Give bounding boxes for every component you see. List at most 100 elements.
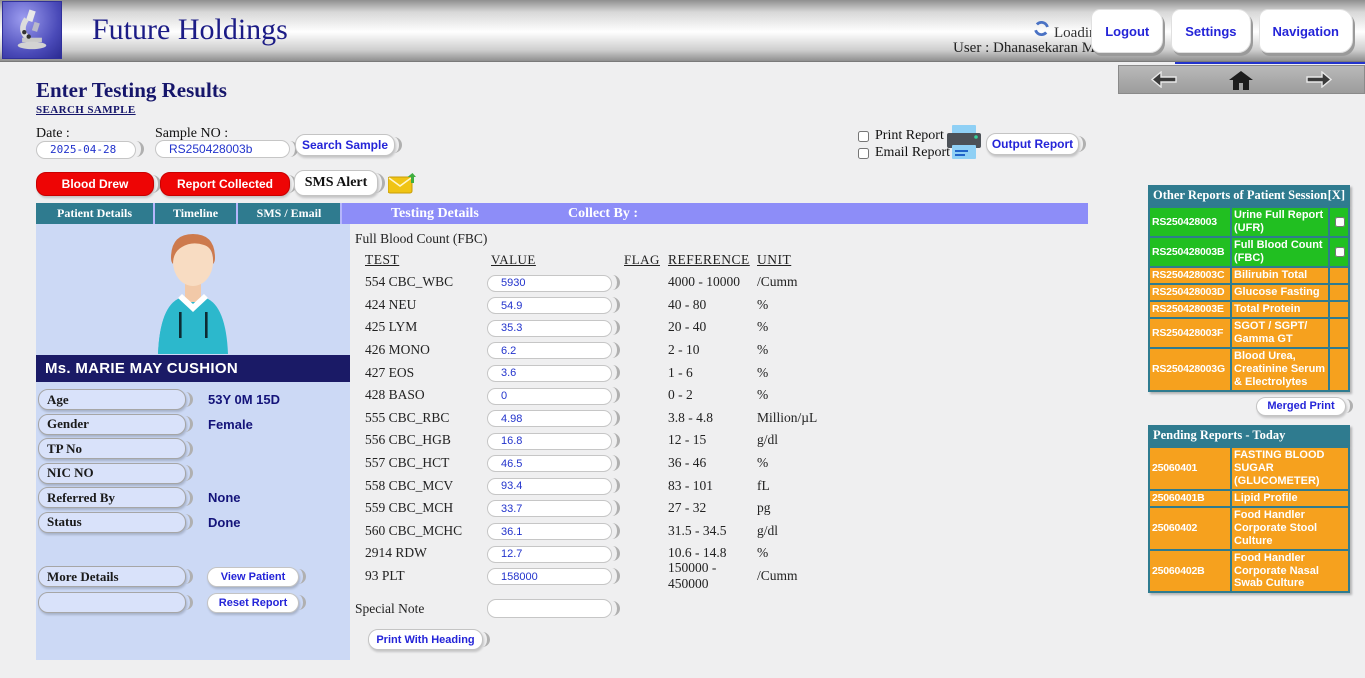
report-name[interactable]: SGOT / SGPT/ Gamma GT — [1232, 319, 1328, 347]
test-reference: 20 - 40 — [668, 319, 757, 335]
search-sample-button[interactable]: Search Sample — [295, 134, 395, 156]
email-report-label: Email Report — [875, 145, 950, 161]
test-reference: 3.8 - 4.8 — [668, 410, 757, 426]
forward-arrow-icon[interactable] — [1306, 71, 1332, 88]
test-name: 559 CBC_MCH — [355, 500, 487, 516]
sms-alert-button[interactable]: SMS Alert — [294, 170, 378, 196]
settings-button[interactable]: Settings — [1171, 9, 1250, 53]
mail-send-icon[interactable] — [388, 173, 418, 200]
test-name: 93 PLT — [355, 568, 487, 584]
test-value-input[interactable] — [487, 275, 612, 292]
search-sample-link[interactable]: SEARCH SAMPLE — [36, 104, 136, 116]
patient-panel: Ms. MARIE MAY CUSHION Age 53Y 0M 15D Gen… — [36, 224, 350, 660]
tab-patient-details[interactable]: Patient Details — [36, 203, 155, 224]
test-table: TEST VALUE FLAG REFERENCE UNIT 554 CBC_W… — [355, 252, 1088, 587]
test-unit: % — [757, 455, 847, 471]
report-no[interactable]: RS250428003F — [1150, 319, 1230, 347]
microscope-logo-icon — [2, 1, 62, 59]
pending-report-name[interactable]: Lipid Profile — [1232, 491, 1348, 506]
report-name[interactable]: Bilirubin Total — [1232, 268, 1328, 283]
report-name[interactable]: Total Protein — [1232, 302, 1328, 317]
test-name: 426 MONO — [355, 342, 487, 358]
report-no[interactable]: RS250428003G — [1150, 349, 1230, 390]
report-select-checkbox[interactable] — [1335, 217, 1345, 227]
navigation-button[interactable]: Navigation — [1259, 9, 1353, 53]
test-reference: 40 - 80 — [668, 297, 757, 313]
report-no[interactable]: RS250428003C — [1150, 268, 1230, 283]
report-collected-button[interactable]: Report Collected — [160, 172, 290, 196]
report-no[interactable]: RS250428003D — [1150, 285, 1230, 300]
test-value-input[interactable] — [487, 500, 612, 517]
date-input[interactable] — [36, 141, 136, 159]
test-name: 556 CBC_HGB — [355, 432, 487, 448]
pending-report-no[interactable]: 25060401 — [1150, 448, 1230, 489]
report-no[interactable]: RS250428003 — [1150, 208, 1230, 236]
col-unit: UNIT — [757, 252, 847, 271]
reset-report-button[interactable]: Reset Report — [207, 593, 299, 613]
test-value-input[interactable] — [487, 320, 612, 337]
test-value-input[interactable] — [487, 410, 612, 427]
patient-actions: More Details View Patient Reset Report — [38, 566, 348, 617]
test-value-input[interactable] — [487, 546, 612, 563]
test-unit: % — [757, 387, 847, 403]
test-value-input[interactable] — [487, 478, 612, 495]
pending-report-no[interactable]: 25060402B — [1150, 551, 1230, 592]
test-value-input[interactable] — [487, 568, 612, 585]
test-name: 427 EOS — [355, 365, 487, 381]
test-reference: 2 - 10 — [668, 342, 757, 358]
pending-reports-header: Pending Reports - Today — [1148, 425, 1350, 446]
test-name: 555 CBC_RBC — [355, 410, 487, 426]
col-value: VALUE — [487, 252, 622, 271]
tab-timeline[interactable]: Timeline — [155, 203, 238, 224]
test-value-input[interactable] — [487, 455, 612, 472]
pending-report-name[interactable]: Food Handler Corporate Stool Culture — [1232, 508, 1348, 549]
patient-field-label: Referred By — [38, 487, 186, 508]
report-name[interactable]: Urine Full Report (UFR) — [1232, 208, 1328, 236]
col-test: TEST — [355, 252, 487, 271]
test-value-input[interactable] — [487, 342, 612, 359]
special-note-input[interactable] — [487, 599, 612, 618]
empty-field-pill — [38, 592, 186, 613]
output-report-button[interactable]: Output Report — [986, 133, 1079, 155]
report-name[interactable]: Glucose Fasting — [1232, 285, 1328, 300]
patient-field-label: TP No — [38, 438, 186, 459]
report-no[interactable]: RS250428003B — [1150, 238, 1230, 266]
print-with-heading-button[interactable]: Print With Heading — [368, 629, 483, 650]
home-icon[interactable] — [1229, 71, 1255, 88]
report-name[interactable]: Blood Urea, Creatinine Serum & Electroly… — [1232, 349, 1328, 390]
more-details-label: More Details — [38, 566, 186, 587]
tab-sms-email[interactable]: SMS / Email — [238, 203, 342, 224]
sample-no-input[interactable] — [155, 140, 290, 158]
test-value-input[interactable] — [487, 365, 612, 382]
test-value-input[interactable] — [487, 433, 612, 450]
test-value-input[interactable] — [487, 523, 612, 540]
other-reports-title: Other Reports of Patient Session — [1153, 188, 1327, 203]
email-report-checkbox[interactable] — [858, 148, 869, 159]
test-name: 557 CBC_HCT — [355, 455, 487, 471]
test-row: 556 CBC_HGB 12 - 15 g/dl — [355, 429, 1088, 452]
blood-drew-button[interactable]: Blood Drew — [36, 172, 154, 196]
test-row: 93 PLT 150000 - 450000 /Cumm — [355, 565, 1088, 588]
close-panel-button[interactable]: [X] — [1328, 188, 1345, 203]
back-arrow-icon[interactable] — [1151, 71, 1177, 88]
test-name: 558 CBC_MCV — [355, 478, 487, 494]
logout-button[interactable]: Logout — [1091, 9, 1163, 53]
pending-report-name[interactable]: Food Handler Corporate Nasal Swab Cultur… — [1232, 551, 1348, 592]
merged-print-button[interactable]: Merged Print — [1256, 397, 1346, 416]
report-no[interactable]: RS250428003E — [1150, 302, 1230, 317]
print-report-checkbox[interactable] — [858, 131, 869, 142]
view-patient-button[interactable]: View Patient — [207, 567, 299, 587]
report-select-checkbox[interactable] — [1335, 247, 1345, 257]
pending-report-no[interactable]: 25060402 — [1150, 508, 1230, 549]
report-name[interactable]: Full Blood Count (FBC) — [1232, 238, 1328, 266]
test-unit: % — [757, 319, 847, 335]
test-value-input[interactable] — [487, 388, 612, 405]
pending-report-no[interactable]: 25060401B — [1150, 491, 1230, 506]
test-row: 557 CBC_HCT 36 - 46 % — [355, 452, 1088, 475]
test-value-input[interactable] — [487, 297, 612, 314]
test-unit: % — [757, 297, 847, 313]
test-unit: % — [757, 365, 847, 381]
pending-report-name[interactable]: FASTING BLOOD SUGAR (GLUCOMETER) — [1232, 448, 1348, 489]
right-side-panels: Other Reports of Patient Session [X] RS2… — [1148, 185, 1350, 593]
printer-icon[interactable] — [944, 124, 984, 167]
